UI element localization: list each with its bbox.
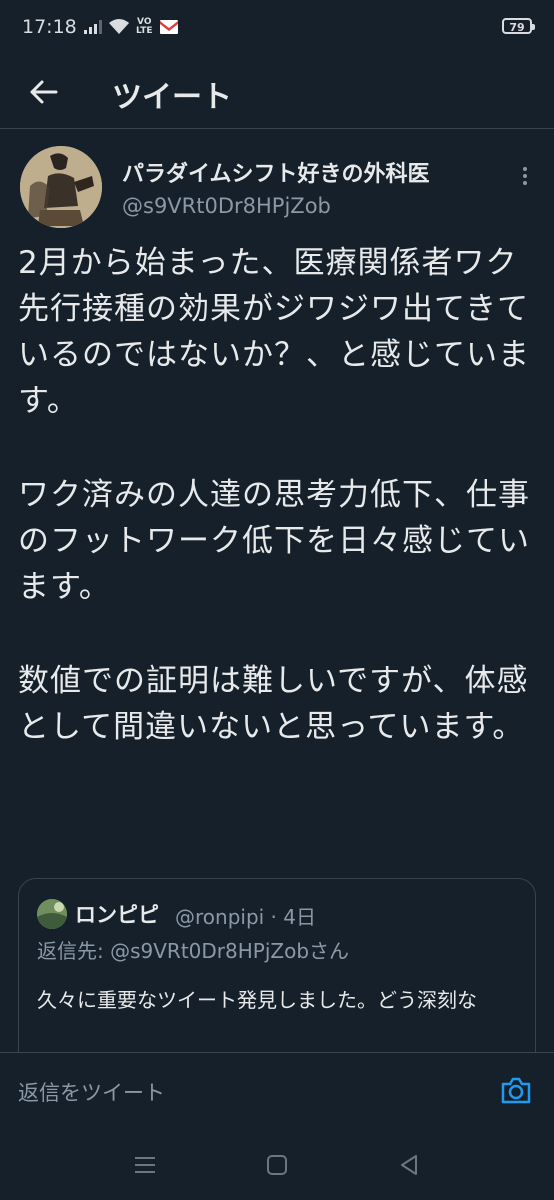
menu-icon	[135, 1157, 155, 1173]
home-square-icon	[267, 1155, 287, 1175]
tweet-paragraph: 2月から始まった、医療関係者ワク先行接種の効果がジワジワ出てきているのではないか…	[18, 245, 530, 419]
camera-button[interactable]	[498, 1073, 534, 1109]
quoted-author-avatar	[37, 899, 67, 929]
tweet-text: 2月から始まった、医療関係者ワク先行接種の効果がジワジワ出てきているのではないか…	[18, 240, 538, 798]
page-title: ツイート	[112, 80, 232, 115]
author-name[interactable]: パラダイムシフト好きの外科医	[122, 156, 430, 188]
battery-indicator: 79	[502, 18, 535, 34]
tweet-paragraph: ワク済みの人達の思考力低下、仕事のフットワーク低下を日々感じています。	[18, 477, 530, 605]
system-nav-bar	[0, 1128, 554, 1200]
reply-bar: 返信をツイート	[0, 1052, 554, 1129]
status-icons: VO LTE	[84, 18, 178, 36]
status-time: 17:18	[22, 16, 77, 38]
quoted-author-name: ロンピピ	[75, 903, 159, 927]
arrow-left-icon	[30, 80, 58, 104]
volte-icon: VO LTE	[136, 17, 153, 36]
avatar-image	[20, 146, 102, 228]
wifi-icon	[109, 19, 129, 34]
home-button[interactable]	[264, 1152, 290, 1178]
back-button[interactable]	[22, 70, 66, 114]
reply-input[interactable]: 返信をツイート	[18, 1077, 165, 1107]
quoted-author-handle: @ronpipi · 4日	[175, 905, 316, 929]
camera-icon	[501, 1077, 531, 1104]
author-avatar[interactable]	[20, 146, 102, 228]
more-options-button[interactable]	[520, 164, 530, 188]
reply-to-label: 返信先: @s9VRt0Dr8HPjZobさん	[37, 939, 350, 963]
quoted-tweet-text: 久々に重要なツイート発見しました。どう深刻な	[37, 988, 477, 1012]
status-bar: 17:18 VO LTE 79	[0, 0, 554, 56]
triangle-back-icon	[401, 1155, 417, 1175]
signal-icon	[84, 20, 102, 34]
recent-apps-button[interactable]	[132, 1152, 158, 1178]
app-header: ツイート	[0, 56, 554, 129]
tweet-paragraph: 数値での証明は難しいですが、体感として間違いないと思っています。	[18, 663, 529, 745]
author-handle[interactable]: @s9VRt0Dr8HPjZob	[122, 194, 331, 218]
gmail-icon	[159, 20, 178, 34]
back-nav-button[interactable]	[396, 1152, 422, 1178]
